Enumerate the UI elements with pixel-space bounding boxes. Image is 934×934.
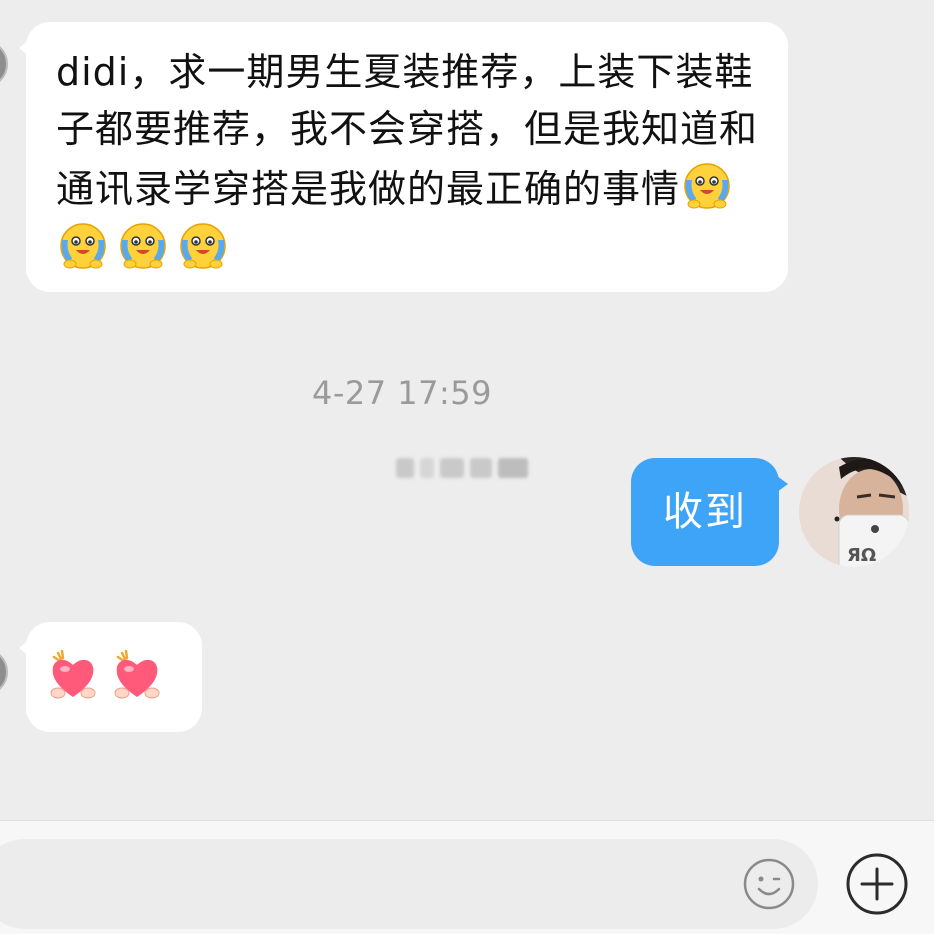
blurred-sender-name [396, 452, 536, 484]
outgoing-message-bubble[interactable]: 收到 [631, 458, 788, 566]
user-avatar[interactable]: ЯΩ [799, 457, 909, 567]
message-text: didi，求一期男生夏装推荐，上装下装鞋子都要推荐，我不会穿搭，但是我知道和通讯… [56, 50, 759, 211]
incoming-message-bubble[interactable] [19, 622, 202, 732]
incoming-message-bubble[interactable]: didi，求一期男生夏装推荐，上装下装鞋子都要推荐，我不会穿搭，但是我知道和通讯… [19, 22, 788, 292]
plus-circle-icon[interactable] [845, 852, 909, 916]
crying-laughing-face-icon [56, 218, 110, 272]
message-input-field[interactable] [0, 839, 818, 929]
svg-text:ЯΩ: ЯΩ [847, 545, 876, 566]
smiley-icon[interactable] [742, 857, 796, 911]
heart-hug-icon [112, 647, 162, 707]
crying-laughing-face-icon [176, 218, 230, 272]
chat-area: didi，求一期男生夏装推荐，上装下装鞋子都要推荐，我不会穿搭，但是我知道和通讯… [0, 0, 934, 820]
heart-hug-icon [48, 647, 98, 707]
crying-laughing-face-icon [680, 158, 734, 212]
sender-avatar[interactable] [0, 648, 8, 696]
sender-avatar[interactable] [0, 40, 8, 88]
crying-laughing-face-icon [116, 218, 170, 272]
message-timestamp: 4-27 17:59 [311, 374, 492, 412]
message-input-bar [0, 820, 934, 934]
message-text: 收到 [663, 489, 747, 535]
